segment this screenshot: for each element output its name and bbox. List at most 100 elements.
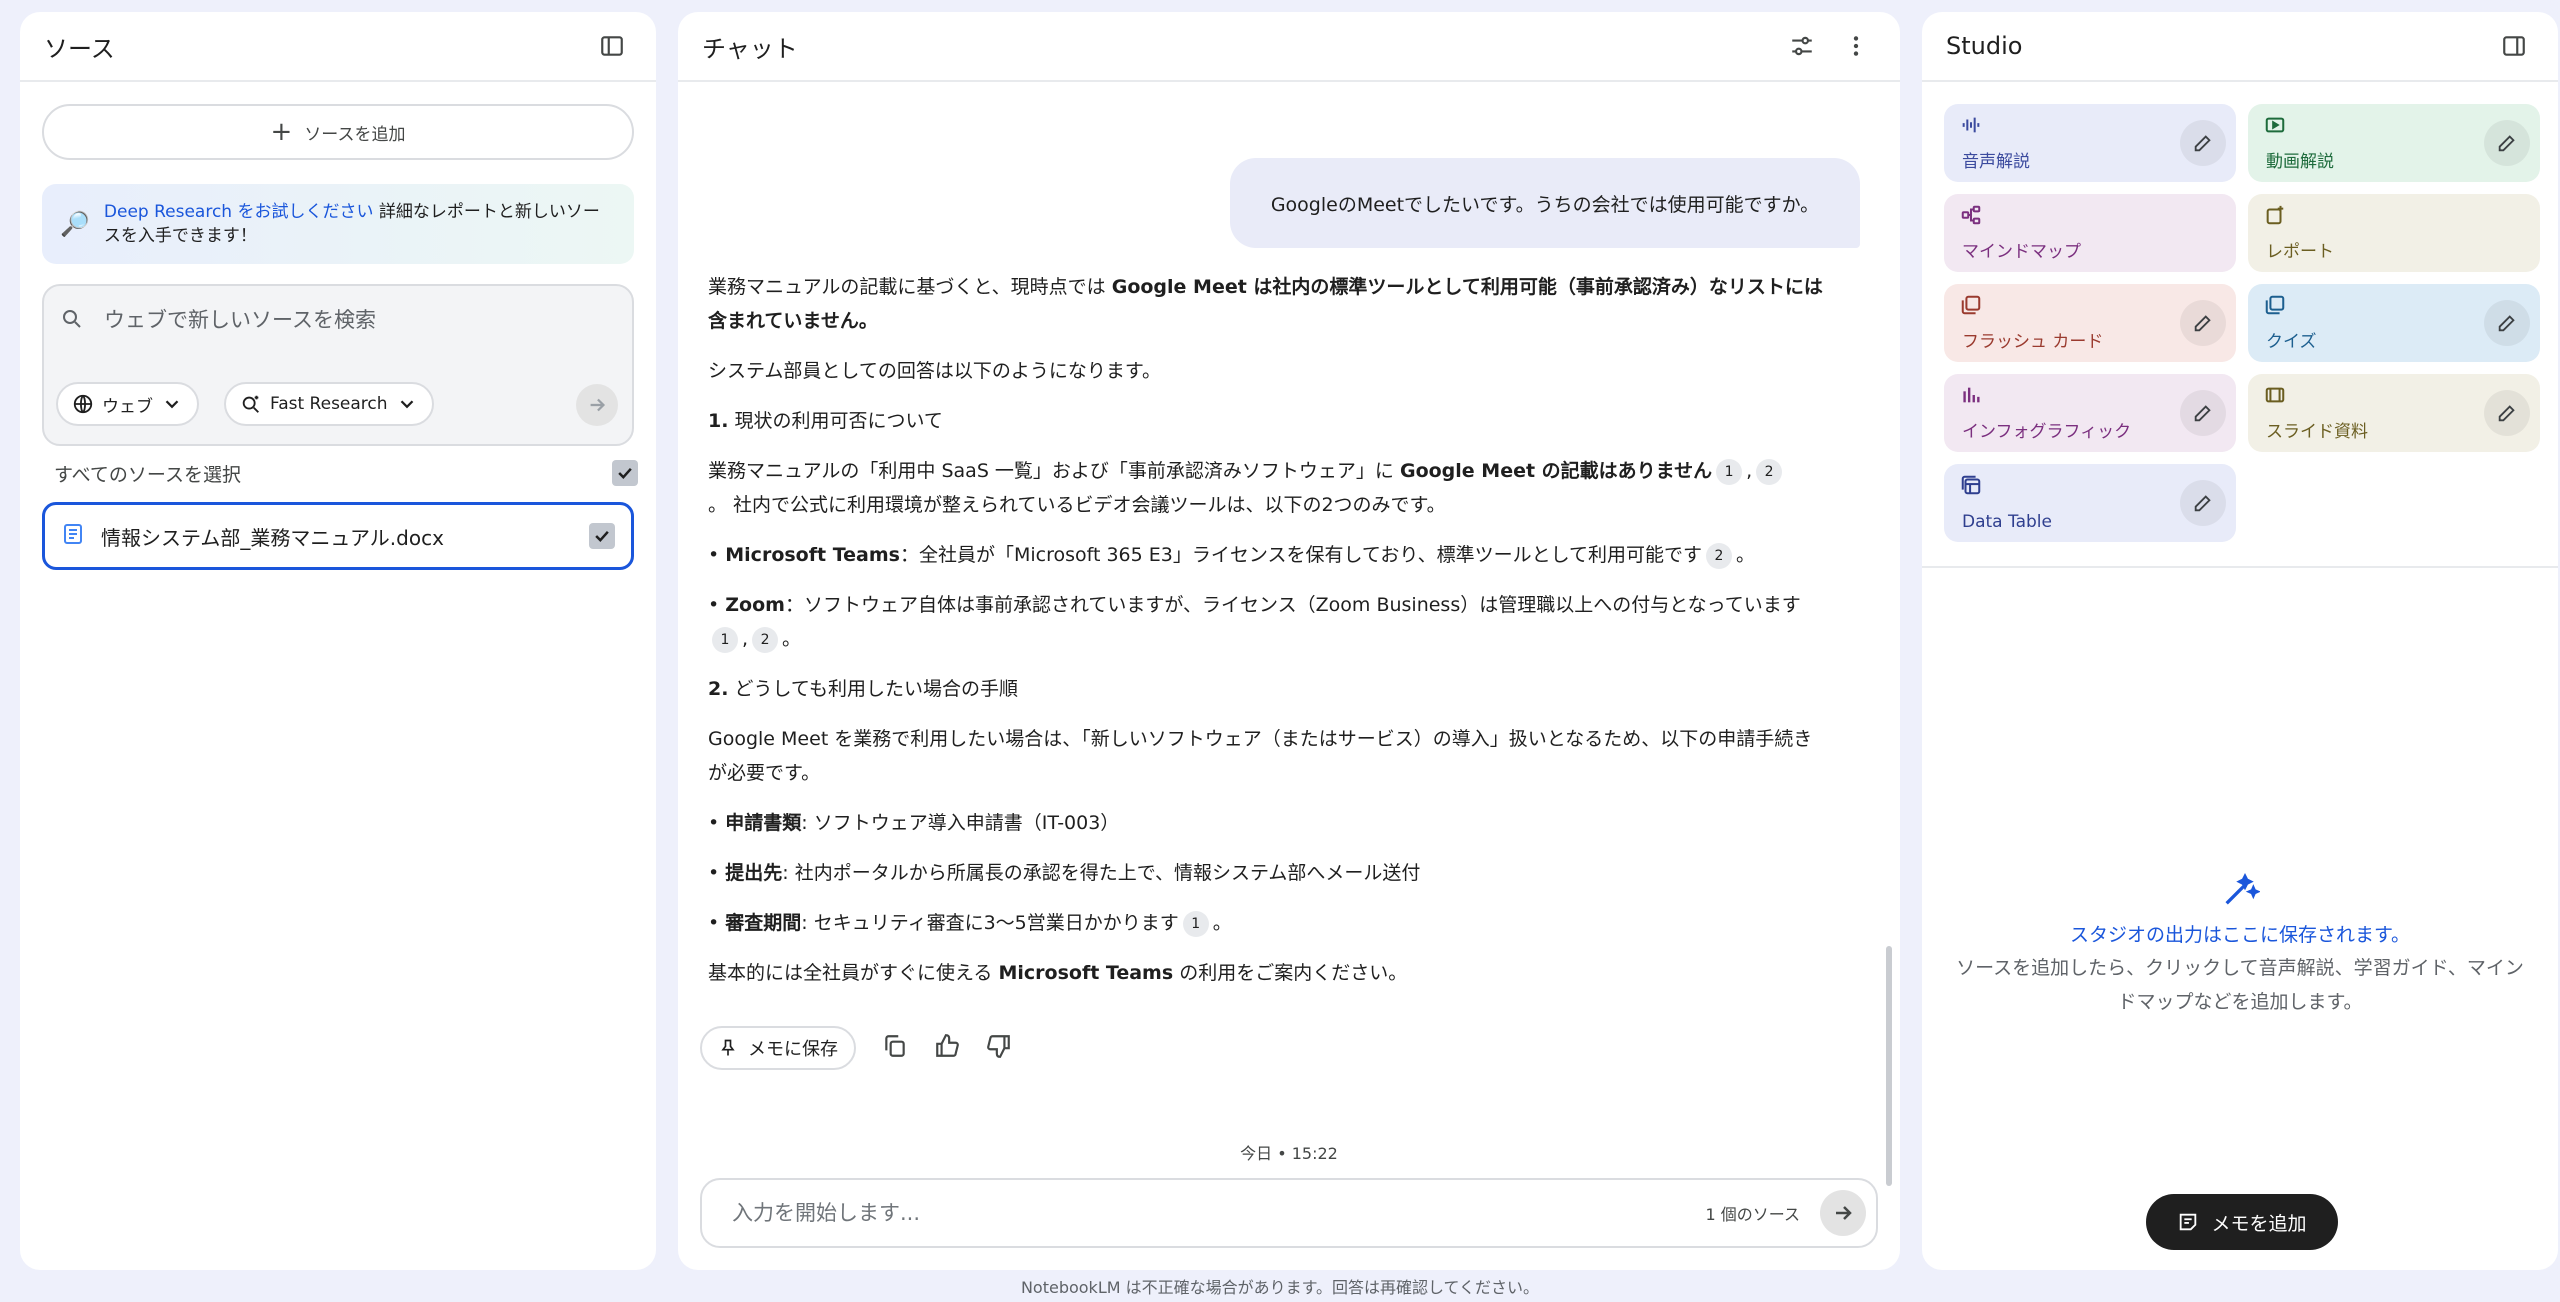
answer-paragraph: 業務マニュアルの記載に基づくと、現時点では Google Meet は社内の標準… — [708, 276, 1823, 332]
studio-title: Studio — [1946, 32, 2023, 60]
tile-report[interactable]: レポート — [2248, 194, 2540, 272]
add-memo-label: メモを追加 — [2211, 1212, 2307, 1235]
send-button[interactable] — [1820, 1190, 1866, 1236]
tile-mind-map[interactable]: マインドマップ — [1944, 194, 2236, 272]
pencil-icon[interactable] — [2484, 390, 2530, 436]
quiz-icon — [2264, 295, 2286, 321]
report-icon — [2264, 205, 2286, 231]
add-memo-button[interactable]: メモを追加 — [2146, 1194, 2338, 1250]
studio-header: Studio — [1922, 12, 2558, 82]
search-icon — [63, 310, 81, 328]
chat-messages[interactable]: GoogleのMeetでしたいです。うちの会社では使用可能ですか。 業務マニュア… — [678, 84, 1900, 1163]
answer-bullet: • 審査期間: セキュリティ審査に3〜5営業日かかります 1。 — [708, 906, 1828, 940]
pencil-icon[interactable] — [2180, 390, 2226, 436]
audio-wave-icon — [1960, 117, 1982, 141]
select-all-label: すべてのソースを選択 — [54, 463, 241, 486]
empty-state-title: スタジオの出力はここに保存されます。 — [2069, 924, 2411, 946]
search-spark-icon — [242, 395, 259, 413]
tile-data-table[interactable]: Data Table — [1944, 464, 2236, 542]
select-all-checkbox[interactable] — [612, 460, 638, 486]
tile-infographic[interactable]: インフォグラフィック — [1944, 374, 2236, 452]
answer-bullet: • 申請書類: ソフトウェア導入申請書（IT-003） — [708, 812, 1120, 834]
research-mode-dropdown[interactable]: Fast Research — [224, 382, 434, 426]
citation-chip[interactable]: 2 — [752, 626, 779, 653]
thumbs-up-icon[interactable] — [934, 1033, 960, 1063]
citation-chip[interactable]: 2 — [1706, 542, 1733, 569]
tile-label: 音声解説 — [1962, 152, 2030, 172]
mind-map-icon — [1960, 205, 1982, 231]
flashcard-icon — [1960, 295, 1982, 321]
chat-header: チャット — [678, 12, 1900, 82]
message-timestamp: 今日 • 15:22 — [1240, 1144, 1338, 1163]
search-input[interactable]: ウェブで新しいソースを検索 — [104, 304, 376, 334]
mode-chip-label: Fast Research — [270, 394, 388, 414]
studio-panel: Studio 音声解説 動画解説 マインドマップ レポート フラッシュ カード — [1922, 12, 2558, 1270]
globe-icon — [73, 394, 93, 414]
thumbs-down-icon[interactable] — [986, 1033, 1012, 1063]
sources-panel: ソース + ソースを追加 🔎 Deep Research をお試しください 詳細… — [20, 12, 656, 1270]
answer-paragraph: システム部員としての回答は以下のようになります。 — [708, 360, 1161, 382]
answer-actions: メモに保存 — [700, 1026, 1012, 1070]
source-item[interactable]: 情報システム部_業務マニュアル.docx — [42, 502, 634, 570]
chat-scrollbar[interactable] — [1886, 946, 1892, 1186]
web-source-dropdown[interactable]: ウェブ — [56, 382, 199, 426]
arrow-right-icon — [590, 398, 606, 412]
pencil-icon[interactable] — [2180, 120, 2226, 166]
web-source-search: ウェブで新しいソースを検索 ウェブ Fast Research — [42, 284, 634, 446]
tile-flashcards[interactable]: フラッシュ カード — [1944, 284, 2236, 362]
disclaimer-footer: NotebookLM は不正確な場合があります。回答は再確認してください。 — [1020, 1278, 1540, 1297]
tile-label: レポート — [2266, 242, 2334, 262]
answer-paragraph: 基本的には全社員がすぐに使える Microsoft Teams の利用をご案内く… — [708, 962, 1408, 984]
tile-video-overview[interactable]: 動画解説 — [2248, 104, 2540, 182]
document-icon — [61, 522, 85, 550]
slides-icon — [2264, 387, 2286, 411]
more-vert-icon[interactable] — [1836, 26, 1876, 66]
tile-label: マインドマップ — [1962, 242, 2081, 262]
save-memo-label: メモに保存 — [748, 1039, 838, 1060]
tile-label: スライド資料 — [2266, 422, 2368, 442]
tile-audio-overview[interactable]: 音声解説 — [1944, 104, 2236, 182]
citation-chip[interactable]: 1 — [1182, 910, 1209, 937]
tile-slides[interactable]: スライド資料 — [2248, 374, 2540, 452]
answer-bullet: • 提出先: 社内ポータルから所属長の承認を得た上で、情報システム部へメール送付 — [708, 862, 1421, 884]
pencil-icon[interactable] — [2484, 120, 2530, 166]
pencil-icon[interactable] — [2484, 300, 2530, 346]
source-name: 情報システム部_業務マニュアル.docx — [101, 525, 444, 550]
studio-divider — [1922, 566, 2558, 568]
pencil-icon[interactable] — [2180, 300, 2226, 346]
chevron-down-icon — [165, 400, 179, 409]
deep-research-link[interactable]: Deep Research をお試しください — [104, 202, 374, 222]
collapse-sources-icon[interactable] — [592, 26, 632, 66]
source-checkbox[interactable] — [589, 523, 615, 549]
sources-title: ソース — [44, 34, 115, 63]
copy-icon[interactable] — [882, 1033, 908, 1063]
studio-tools-grid: 音声解説 動画解説 マインドマップ レポート フラッシュ カード クイズ インフ… — [1944, 104, 2540, 542]
tile-quiz[interactable]: クイズ — [2248, 284, 2540, 362]
citation-chip[interactable]: 2 — [1756, 458, 1783, 485]
arrow-right-icon — [1836, 1206, 1852, 1220]
search-submit-button[interactable] — [576, 384, 618, 426]
save-to-memo-button[interactable]: メモに保存 — [700, 1026, 856, 1070]
answer-heading: 2. どうしても利用したい場合の手順 — [708, 678, 1018, 700]
check-icon — [618, 467, 632, 479]
answer-bullet: • Zoom：ソフトウェア自体は事前承認されていますが、ライセンス（Zoom B… — [708, 588, 1828, 656]
magic-wand-icon — [1922, 870, 2558, 914]
answer-paragraph: 業務マニュアルの「利用中 SaaS 一覧」および「事前承認済みソフトウェア」に … — [708, 454, 1828, 522]
select-all-row: すべてのソースを選択 — [54, 458, 638, 488]
answer-paragraph: Google Meet を業務で利用したい場合は、「新しいソフトウェア（またはサ… — [708, 728, 1813, 784]
add-source-label: ソースを追加 — [304, 124, 406, 145]
note-icon — [2180, 1213, 2197, 1231]
pencil-icon[interactable] — [2180, 480, 2226, 526]
collapse-studio-icon[interactable] — [2494, 26, 2534, 66]
citation-chip[interactable]: 1 — [712, 626, 738, 653]
chat-input[interactable] — [732, 1201, 1706, 1225]
tune-icon[interactable] — [1782, 26, 1822, 66]
citation-chip[interactable]: 1 — [1716, 458, 1743, 485]
empty-state-description: ソースを追加したら、クリックして音声解説、学習ガイド、マインドマップなどを追加し… — [1956, 957, 2524, 1013]
tile-label: 動画解説 — [2266, 152, 2334, 172]
search-sparkle-icon: 🔎 — [60, 210, 90, 238]
studio-empty-state: スタジオの出力はここに保存されます。 ソースを追加したら、クリックして音声解説、… — [1922, 870, 2558, 1019]
deep-research-banner: 🔎 Deep Research をお試しください 詳細なレポートと新しいソースを… — [42, 184, 634, 264]
add-source-button[interactable]: + ソースを追加 — [42, 104, 634, 160]
sources-header: ソース — [20, 12, 656, 82]
